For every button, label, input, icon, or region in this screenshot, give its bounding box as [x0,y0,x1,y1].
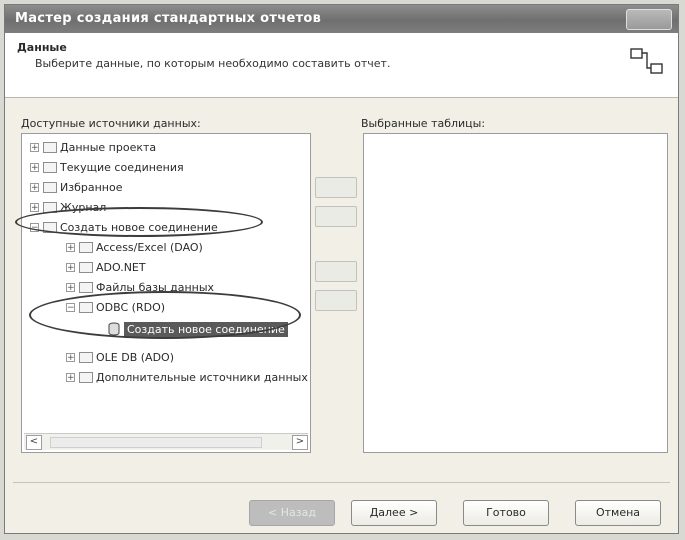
expand-icon[interactable]: + [30,202,39,212]
folder-icon [79,301,93,313]
back-button[interactable]: < Назад [249,500,335,526]
title-bar: Мастер создания стандартных отчетов [5,5,678,33]
tree-item-label: OLE DB (ADO) [96,350,174,364]
folder-icon [43,161,57,173]
horizontal-scrollbar[interactable]: < > [24,433,308,450]
folder-icon [79,371,93,383]
tree-item-current-connections[interactable]: + Текущие соединения [30,158,184,176]
close-button[interactable] [626,9,672,30]
tree-item-ole-db[interactable]: + OLE DB (ADO) [66,348,174,366]
remove-table-button[interactable] [315,261,357,282]
folder-icon [79,241,93,253]
folder-icon [43,141,57,153]
tree-item-odbc-create-connection[interactable]: Создать новое соединение [108,320,288,338]
footer-divider [13,482,670,483]
tree-item-create-new-connection[interactable]: − Создать новое соединение [30,218,218,236]
collapse-icon[interactable]: − [66,302,75,312]
step-title: Данные [17,41,67,54]
wizard-header: Данные Выберите данные, по которым необх… [5,33,678,98]
data-source-tree[interactable]: + Данные проекта + Текущие соединения + … [21,133,311,453]
scroll-thumb[interactable] [50,437,262,448]
database-connection-icon [108,322,120,336]
expand-icon[interactable]: + [66,262,75,272]
tree-item-label: Журнал [60,200,107,214]
selected-tables-list[interactable] [363,133,668,453]
collapse-icon[interactable]: − [30,222,39,232]
folder-icon [43,221,57,233]
tree-item-label: Дополнительные источники данных [96,370,308,384]
tree-item-additional-sources[interactable]: + Дополнительные источники данных [66,368,308,386]
selected-tables-label: Выбранные таблицы: [361,117,486,130]
folder-icon [43,181,57,193]
expand-icon[interactable]: + [66,242,75,252]
tree-item-label: Избранное [60,180,123,194]
expand-icon[interactable]: + [66,372,75,382]
tree-item-label: Создать новое соединение [60,220,218,234]
expand-icon[interactable]: + [66,282,75,292]
tree-item-favorites[interactable]: + Избранное [30,178,122,196]
available-sources-label: Доступные источники данных: [21,117,201,130]
tree-item-label: Файлы базы данных [96,280,215,294]
add-table-button[interactable] [315,177,357,198]
tree-item-access-excel[interactable]: + Access/Excel (DAO) [66,238,203,256]
tree-item-project-data[interactable]: + Данные проекта [30,138,156,156]
tree-item-label: ODBC (RDO) [96,300,166,314]
tree-item-label: Access/Excel (DAO) [96,240,203,254]
cancel-button[interactable]: Отмена [575,500,661,526]
tree-item-ado-net[interactable]: + ADO.NET [66,258,146,276]
tree-item-label: ADO.NET [96,260,146,274]
next-button[interactable]: Далее > [351,500,437,526]
folder-icon [79,351,93,363]
folder-icon [79,261,93,273]
expand-icon[interactable]: + [30,162,39,172]
window-title: Мастер создания стандартных отчетов [15,11,322,26]
tree-item-database-files[interactable]: + Файлы базы данных [66,278,214,296]
scroll-left-button[interactable]: < [26,435,42,450]
tree-item-history[interactable]: + Журнал [30,198,106,216]
finish-button[interactable]: Готово [463,500,549,526]
expand-icon[interactable]: + [30,182,39,192]
tree-item-odbc[interactable]: − ODBC (RDO) [66,298,165,316]
folder-icon [79,281,93,293]
remove-all-tables-button[interactable] [315,290,357,311]
tree-item-label: Данные проекта [60,140,157,154]
expand-icon[interactable]: + [30,142,39,152]
wizard-window: Мастер создания стандартных отчетов Данн… [4,4,679,534]
tree-item-label: Создать новое соединение [124,321,288,337]
step-subtitle: Выберите данные, по которым необходимо с… [35,57,391,70]
scroll-right-button[interactable]: > [292,435,308,450]
add-all-tables-button[interactable] [315,206,357,227]
folder-icon [43,201,57,213]
expand-icon[interactable]: + [66,352,75,362]
tables-link-icon [630,48,663,74]
tree-item-label: Текущие соединения [60,160,184,174]
